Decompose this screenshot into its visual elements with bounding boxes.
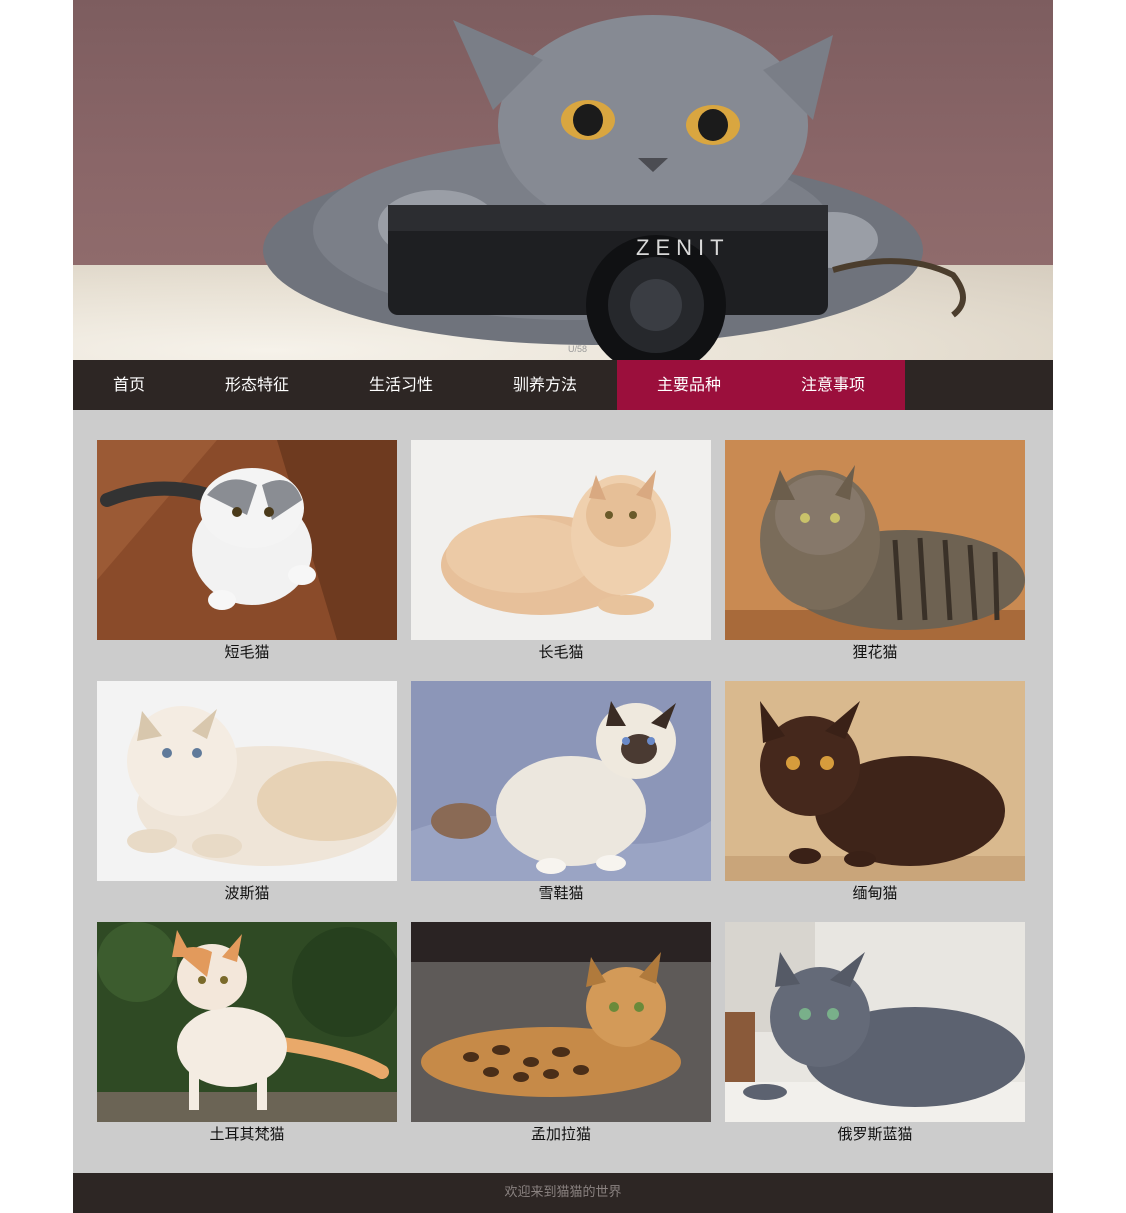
breed-caption[interactable]: 雪鞋猫 <box>411 881 711 905</box>
breed-card[interactable]: 缅甸猫 <box>725 681 1025 909</box>
breed-photo-longhair[interactable] <box>411 440 711 640</box>
nav-item-habits[interactable]: 生活习性 <box>329 360 473 410</box>
breed-card[interactable]: 土耳其梵猫 <box>97 922 397 1150</box>
breed-caption[interactable]: 长毛猫 <box>411 640 711 664</box>
page: ZENIT U/58 首页 形态特征 生活习性 驯养方法 主要品种 注意事项 短… <box>73 0 1053 1213</box>
breed-caption[interactable]: 狸花猫 <box>725 640 1025 664</box>
svg-text:ZENIT: ZENIT <box>636 235 730 260</box>
breed-photo-burmese[interactable] <box>725 681 1025 881</box>
breed-photo-shorthair[interactable] <box>97 440 397 640</box>
banner-image: ZENIT U/58 <box>73 0 1053 360</box>
breed-card[interactable]: 短毛猫 <box>97 440 397 668</box>
breed-photo-snowshoe[interactable] <box>411 681 711 881</box>
footer: 欢迎来到猫猫的世界 <box>73 1173 1053 1213</box>
breed-photo-turkish-van[interactable] <box>97 922 397 1122</box>
breed-card[interactable]: 波斯猫 <box>97 681 397 909</box>
breed-caption[interactable]: 缅甸猫 <box>725 881 1025 905</box>
breed-caption[interactable]: 孟加拉猫 <box>411 1122 711 1146</box>
svg-text:U/58: U/58 <box>568 344 587 354</box>
footer-text: 欢迎来到猫猫的世界 <box>504 1185 622 1200</box>
main-nav: 首页 形态特征 生活习性 驯养方法 主要品种 注意事项 <box>73 360 1053 410</box>
breed-caption[interactable]: 土耳其梵猫 <box>97 1122 397 1146</box>
banner-cat-with-camera: ZENIT U/58 <box>263 15 966 360</box>
breed-photo-persian[interactable] <box>97 681 397 881</box>
breed-photo-bengal[interactable] <box>411 922 711 1122</box>
breed-card[interactable]: 俄罗斯蓝猫 <box>725 922 1025 1150</box>
nav-item-breeds[interactable]: 主要品种 <box>617 360 761 410</box>
nav-item-training[interactable]: 驯养方法 <box>473 360 617 410</box>
breed-card[interactable]: 孟加拉猫 <box>411 922 711 1150</box>
breed-caption[interactable]: 短毛猫 <box>97 640 397 664</box>
breed-photo-tabby[interactable] <box>725 440 1025 640</box>
breed-card[interactable]: 长毛猫 <box>411 440 711 668</box>
breed-card[interactable]: 雪鞋猫 <box>411 681 711 909</box>
breed-gallery: 短毛猫 长毛猫 狸花猫 波斯猫 雪鞋猫 缅甸猫 土耳其梵猫 孟加拉猫 俄罗斯蓝猫 <box>73 410 1053 1173</box>
nav-item-notes[interactable]: 注意事项 <box>761 360 905 410</box>
nav-item-home[interactable]: 首页 <box>73 360 185 410</box>
breed-caption[interactable]: 波斯猫 <box>97 881 397 905</box>
nav-item-features[interactable]: 形态特征 <box>185 360 329 410</box>
breed-caption[interactable]: 俄罗斯蓝猫 <box>725 1122 1025 1146</box>
breed-photo-russian-blue[interactable] <box>725 922 1025 1122</box>
breed-card[interactable]: 狸花猫 <box>725 440 1025 668</box>
